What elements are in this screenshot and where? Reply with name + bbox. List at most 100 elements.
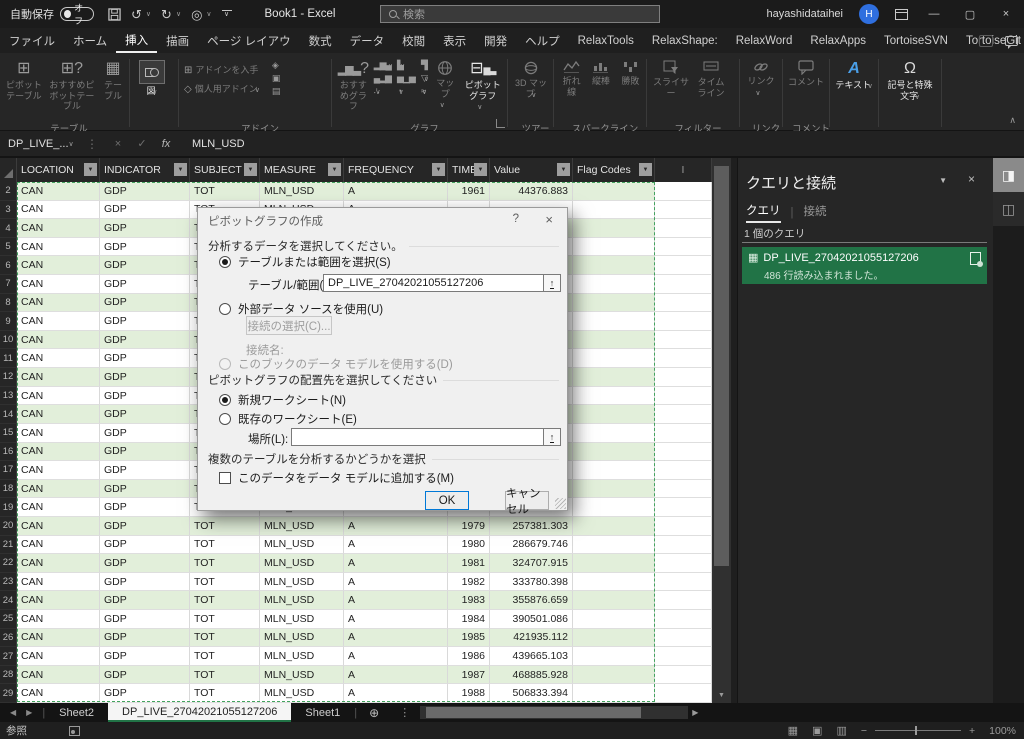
cell[interactable]: CAN bbox=[17, 424, 100, 443]
illustrations-button[interactable]: 図 ∨ bbox=[135, 57, 169, 99]
cell[interactable]: MLN_USD bbox=[260, 666, 344, 685]
cell[interactable] bbox=[573, 498, 655, 517]
cell[interactable]: GDP bbox=[100, 368, 190, 387]
cell[interactable]: CAN bbox=[17, 201, 100, 220]
cell[interactable]: TOT bbox=[190, 684, 260, 703]
page-break-view-icon[interactable]: ▥ bbox=[836, 724, 846, 737]
cell[interactable]: MLN_USD bbox=[260, 610, 344, 629]
addin-mini-icon[interactable]: ▣ bbox=[272, 74, 280, 83]
ribbon-tab-描画[interactable]: 描画 bbox=[157, 28, 198, 53]
cell[interactable] bbox=[573, 554, 655, 573]
ribbon-tab-RelaxApps[interactable]: RelaxApps bbox=[801, 28, 875, 53]
cell[interactable]: TOT bbox=[190, 629, 260, 648]
sheet-tab-Sheet1[interactable]: Sheet1 bbox=[291, 703, 354, 722]
link-button[interactable]: リンク∨ bbox=[745, 57, 777, 99]
autosave-switch-icon[interactable]: オフ bbox=[60, 7, 94, 21]
ribbon-tab-データ[interactable]: データ bbox=[341, 28, 394, 53]
cell[interactable]: CAN bbox=[17, 666, 100, 685]
map-chart-button[interactable]: マップ∨ bbox=[433, 57, 458, 112]
sheet-tab-Sheet2[interactable]: Sheet2 bbox=[45, 703, 108, 722]
row-number[interactable]: 28 bbox=[0, 666, 17, 685]
cell[interactable] bbox=[655, 684, 712, 703]
cell[interactable]: MLN_USD bbox=[260, 573, 344, 592]
row-number[interactable]: 16 bbox=[0, 443, 17, 462]
symbols-button[interactable]: Ω 記号と特殊文字 ∨ bbox=[884, 57, 936, 103]
query-card[interactable]: ▦ DP_LIVE_27042021055127206 486 行読み込まれまし… bbox=[742, 247, 987, 284]
pane-switch-queries-icon[interactable]: ◨ bbox=[993, 158, 1024, 192]
tab-queries[interactable]: クエリ bbox=[746, 202, 781, 223]
radio-existing-worksheet[interactable]: 既存のワークシート(E) bbox=[219, 411, 357, 427]
cell[interactable] bbox=[573, 219, 655, 238]
timeline-button[interactable]: タイムライン bbox=[694, 57, 728, 98]
pane-switch-other-icon[interactable]: ◫ bbox=[993, 192, 1024, 226]
cell[interactable] bbox=[655, 666, 712, 685]
get-addins-button[interactable]: ⊞ アドインを入手 bbox=[184, 65, 260, 76]
zoom-slider[interactable] bbox=[875, 730, 961, 731]
filter-button[interactable]: ▼ bbox=[432, 163, 445, 176]
redo-icon[interactable]: ↻ bbox=[161, 8, 172, 21]
cell[interactable]: 468885.928 bbox=[490, 666, 573, 685]
cell[interactable] bbox=[655, 312, 712, 331]
pivot-table-button[interactable]: ⊞ ピボットテーブル bbox=[4, 57, 44, 101]
horizontal-scrollbar[interactable] bbox=[420, 706, 688, 719]
cell[interactable] bbox=[573, 275, 655, 294]
vertical-scrollbar[interactable]: ▼ bbox=[712, 158, 731, 703]
sparkline-column-button[interactable]: 縦棒 bbox=[588, 57, 613, 87]
filter-button[interactable]: ▼ bbox=[328, 163, 341, 176]
cell[interactable]: CAN bbox=[17, 554, 100, 573]
cell[interactable]: 1979 bbox=[448, 517, 490, 536]
cell[interactable] bbox=[655, 368, 712, 387]
row-number[interactable]: 26 bbox=[0, 629, 17, 648]
cell[interactable] bbox=[655, 554, 712, 573]
row-number[interactable]: 8 bbox=[0, 294, 17, 313]
cell[interactable] bbox=[573, 256, 655, 275]
slicer-button[interactable]: スライサー bbox=[652, 57, 690, 98]
cell[interactable]: MLN_USD bbox=[260, 647, 344, 666]
cell[interactable] bbox=[573, 387, 655, 406]
row-number[interactable]: 3 bbox=[0, 201, 17, 220]
cell[interactable]: GDP bbox=[100, 517, 190, 536]
cell[interactable]: MLN_USD bbox=[260, 517, 344, 536]
cell[interactable]: CAN bbox=[17, 238, 100, 257]
ribbon-tab-ヘルプ[interactable]: ヘルプ bbox=[516, 28, 569, 53]
cell[interactable]: 257381.303 bbox=[490, 517, 573, 536]
cell[interactable]: GDP bbox=[100, 498, 190, 517]
cell[interactable] bbox=[655, 498, 712, 517]
cell[interactable]: CAN bbox=[17, 349, 100, 368]
ok-button[interactable]: OK bbox=[425, 491, 469, 510]
cell[interactable] bbox=[655, 573, 712, 592]
cell[interactable]: 324707.915 bbox=[490, 554, 573, 573]
zoom-in-icon[interactable]: + bbox=[969, 725, 975, 737]
cell[interactable]: GDP bbox=[100, 666, 190, 685]
cell[interactable] bbox=[655, 331, 712, 350]
touch-mode-menu-icon[interactable]: ∨ bbox=[206, 10, 211, 18]
search-input[interactable]: 検索 bbox=[380, 5, 660, 23]
cell[interactable]: TOT bbox=[190, 573, 260, 592]
cell[interactable]: GDP bbox=[100, 256, 190, 275]
cell[interactable]: GDP bbox=[100, 554, 190, 573]
ribbon-tab-RelaxShape:[interactable]: RelaxShape: bbox=[643, 28, 727, 53]
cell[interactable] bbox=[655, 629, 712, 648]
cell[interactable]: CAN bbox=[17, 275, 100, 294]
dialog-help-icon[interactable]: ? bbox=[513, 213, 519, 225]
cell[interactable]: A bbox=[344, 517, 448, 536]
cell[interactable]: GDP bbox=[100, 238, 190, 257]
addin-mini-icon[interactable]: ◈ bbox=[272, 61, 280, 70]
cell[interactable]: CAN bbox=[17, 573, 100, 592]
ribbon-tab-開発[interactable]: 開発 bbox=[475, 28, 516, 53]
cell[interactable] bbox=[573, 201, 655, 220]
pane-menu-icon[interactable]: ▼ bbox=[939, 176, 947, 185]
cell[interactable] bbox=[573, 647, 655, 666]
cell[interactable]: TOT bbox=[190, 591, 260, 610]
formula-content[interactable]: MLN_USD bbox=[192, 138, 245, 150]
maximize-button[interactable]: ▢ bbox=[960, 8, 980, 21]
row-number[interactable]: 17 bbox=[0, 461, 17, 480]
cell[interactable] bbox=[655, 256, 712, 275]
zoom-out-icon[interactable]: − bbox=[861, 725, 867, 737]
cell[interactable]: TOT bbox=[190, 666, 260, 685]
cell[interactable]: CAN bbox=[17, 517, 100, 536]
row-number[interactable]: 25 bbox=[0, 610, 17, 629]
cell[interactable]: 1985 bbox=[448, 629, 490, 648]
sparkline-winloss-button[interactable]: 勝敗 bbox=[618, 57, 643, 87]
cell[interactable]: A bbox=[344, 573, 448, 592]
